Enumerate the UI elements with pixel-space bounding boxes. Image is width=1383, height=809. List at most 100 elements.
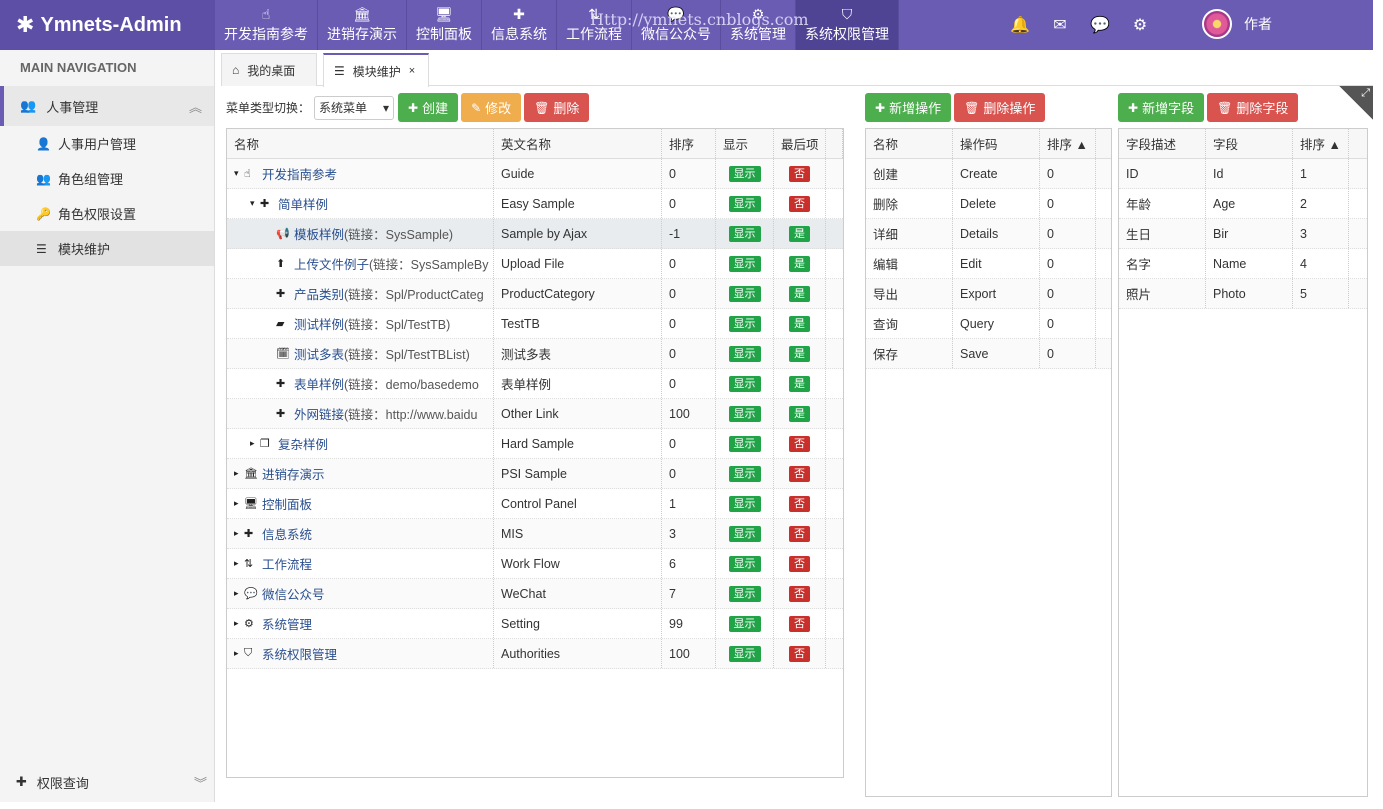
table-row[interactable]: ✚ 产品类别 (链接：Spl/ProductCateg ProductCategor… [227,279,843,309]
mail-icon[interactable]: ✉ [1040,15,1080,35]
caret-icon[interactable]: ▸ [234,588,244,599]
add-field-button[interactable]: ✚ 新增字段 [1118,93,1205,122]
menu-type-select[interactable]: 系统菜单 ▾ [314,95,395,120]
module-name-link[interactable]: 外网链接 [294,404,344,423]
top-menu-item[interactable]: ☝ 开发指南参考 [215,0,318,50]
column-header[interactable]: 名称 [866,129,953,158]
module-name-link[interactable]: 简单样例 [278,194,328,213]
module-name-link[interactable]: 测试样例 [294,314,344,333]
gear-icon[interactable]: ⚙ [1120,15,1160,35]
caret-icon[interactable]: ▸ [234,498,244,509]
module-name-link[interactable]: 系统权限管理 [262,644,337,663]
top-menu-item[interactable]: ✚ 信息系统 [482,0,557,50]
create-button[interactable]: ✚ 创建 [398,93,459,122]
caret-icon[interactable]: ▸ [234,528,244,539]
bell-icon[interactable]: 🔔 [1000,15,1040,35]
caret-icon[interactable]: ▾ [250,198,260,209]
delete-field-button[interactable]: 🗑 删除字段 [1207,93,1299,122]
table-row[interactable]: ⬆ 上传文件例子 (链接：SysSampleBy Upload File 0 显示 是 [227,249,843,279]
table-row[interactable]: ▸ ⛉ 系统权限管理 Authorities 100 显示 否 [227,639,843,669]
table-row[interactable]: 保存 Save 0 [866,339,1111,369]
module-name-link[interactable]: 进销存演示 [262,464,325,483]
table-row[interactable]: 📢 模板样例 (链接：SysSample) Sample by Ajax -1 显示 是 [227,219,843,249]
module-name-link[interactable]: 控制面板 [262,494,312,513]
table-row[interactable]: ▸ ❐ 复杂样例 Hard Sample 0 显示 否 [227,429,843,459]
sidebar-item[interactable]: 👤 人事用户管理 [0,126,214,161]
column-header[interactable]: 排序 ▲ [1293,129,1349,158]
column-header[interactable]: 排序 [662,129,716,158]
table-row[interactable]: ▸ ✚ 信息系统 MIS 3 显示 否 [227,519,843,549]
table-row[interactable]: ▾ ✚ 简单样例 Easy Sample 0 显示 否 [227,189,843,219]
column-header[interactable]: 字段 [1206,129,1293,158]
sidebar-item[interactable]: 🔑 角色权限设置 [0,196,214,231]
table-row[interactable]: 创建 Create 0 [866,159,1111,189]
column-header[interactable]: 英文名称 [494,129,662,158]
caret-icon[interactable]: ▸ [234,648,244,659]
module-name-link[interactable]: 系统管理 [262,614,312,633]
chat-icon[interactable]: 💬 [1080,15,1120,35]
tab-module-maintenance[interactable]: ☰ 模块维护 × [323,53,429,87]
top-menu-item[interactable]: ⛉ 系统权限管理 [796,0,899,50]
table-row[interactable]: ▸ ⚙ 系统管理 Setting 99 显示 否 [227,609,843,639]
table-row[interactable]: 删除 Delete 0 [866,189,1111,219]
column-header[interactable]: 显示 [716,129,774,158]
nav-group-hr[interactable]: 👥 人事管理 ︽ [0,86,214,126]
table-row[interactable]: 详细 Details 0 [866,219,1111,249]
tab-desktop[interactable]: ⌂ 我的桌面 [221,53,317,86]
top-menu-item[interactable]: ⇅ 工作流程 [557,0,632,50]
top-menu-item[interactable]: ⚙ 系统管理 [721,0,796,50]
app-logo[interactable]: ✱ Ymnets-Admin [0,0,215,50]
table-row[interactable]: ✚ 外网链接 (链接：http://www.baidu Other Link 100 显… [227,399,843,429]
caret-icon[interactable]: ▸ [234,558,244,569]
column-header[interactable]: 字段描述 [1119,129,1206,158]
module-name-link[interactable]: 复杂样例 [278,434,328,453]
add-operation-button[interactable]: ✚ 新增操作 [865,93,952,122]
module-name-link[interactable]: 工作流程 [262,554,312,573]
table-row[interactable]: 名字 Name 4 [1119,249,1367,279]
table-row[interactable]: ▸ 🖥 控制面板 Control Panel 1 显示 否 [227,489,843,519]
table-row[interactable]: 生日 Bir 3 [1119,219,1367,249]
module-name-link[interactable]: 产品类别 [294,284,344,303]
top-menu-item[interactable]: 🏛 进销存演示 [318,0,407,50]
column-header[interactable]: 排序 ▲ [1040,129,1096,158]
table-row[interactable]: 查询 Query 0 [866,309,1111,339]
table-row[interactable]: ▸ ⇅ 工作流程 Work Flow 6 显示 否 [227,549,843,579]
caret-icon[interactable]: ▸ [234,618,244,629]
key-icon: 🔑 [36,206,51,221]
module-name-link[interactable]: 模板样例 [294,224,344,243]
table-row[interactable]: ▰ 测试样例 (链接：Spl/TestTB) TestTB 0 显示 是 [227,309,843,339]
table-row[interactable]: 导出 Export 0 [866,279,1111,309]
delete-operation-button[interactable]: 🗑 删除操作 [954,93,1046,122]
delete-button[interactable]: 🗑 删除 [524,93,590,122]
module-name-link[interactable]: 测试多表 [294,344,344,363]
caret-icon[interactable]: ▾ [234,168,244,179]
user-menu[interactable]: 作者 [1202,9,1272,39]
nav-group-permission-query[interactable]: ✚ 权限查询 ︾ [0,762,215,802]
module-name-link[interactable]: 微信公众号 [262,584,325,603]
table-row[interactable]: 年龄 Age 2 [1119,189,1367,219]
sidebar-item[interactable]: ☰ 模块维护 [0,231,214,266]
table-row[interactable]: ID Id 1 [1119,159,1367,189]
top-menu-item[interactable]: 🖥 控制面板 [407,0,482,50]
caret-icon[interactable]: ▸ [234,468,244,479]
table-row[interactable]: ✚ 表单样例 (链接：demo/basedemo 表单样例 0 显示是 [227,369,843,399]
table-row[interactable]: ▸ 💬 微信公众号 WeChat 7 显示 否 [227,579,843,609]
module-name-link[interactable]: 开发指南参考 [262,164,337,183]
fullscreen-toggle[interactable]: ⤢ [1339,86,1373,120]
module-name-link[interactable]: 信息系统 [262,524,312,543]
edit-button[interactable]: ✎ 修改 [461,93,522,122]
column-header[interactable]: 最后项 [774,129,826,158]
table-row[interactable]: 照片 Photo 5 [1119,279,1367,309]
close-icon[interactable]: × [409,65,415,77]
table-row[interactable]: 🗓 测试多表 (链接：Spl/TestTBList) 测试多表 0 显示是 [227,339,843,369]
column-header[interactable]: 操作码 [953,129,1040,158]
table-row[interactable]: ▸ 🏛 进销存演示 PSI Sample 0 显示 否 [227,459,843,489]
table-row[interactable]: ▾ ☝ 开发指南参考 Guide 0 显示 否 [227,159,843,189]
module-name-link[interactable]: 上传文件例子 [294,254,369,273]
sidebar-item[interactable]: 👥 角色组管理 [0,161,214,196]
module-name-link[interactable]: 表单样例 [294,374,344,393]
table-row[interactable]: 编辑 Edit 0 [866,249,1111,279]
top-menu-item[interactable]: 💬 微信公众号 [632,0,721,50]
caret-icon[interactable]: ▸ [250,438,260,449]
column-header[interactable]: 名称 [227,129,494,158]
